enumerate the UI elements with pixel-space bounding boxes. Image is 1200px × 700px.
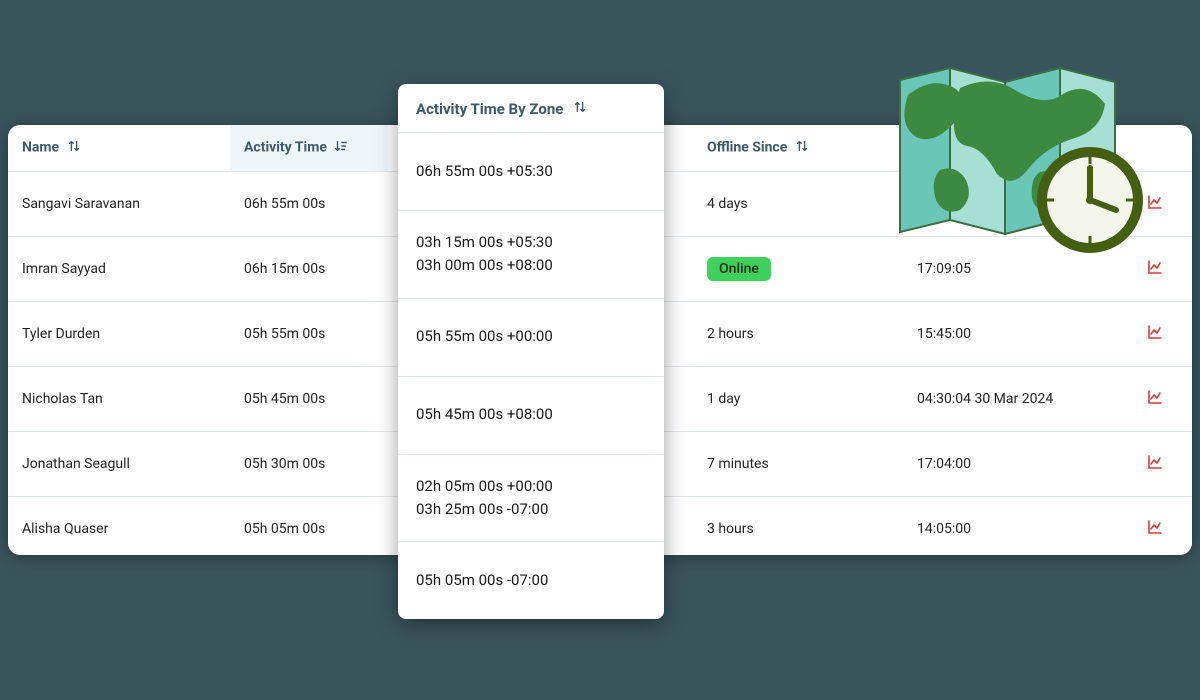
cell-offline: Online — [693, 237, 903, 302]
cell-activity: 06h 55m 00s — [230, 172, 388, 237]
cell-extra: 04:30:04 30 Mar 2024 — [903, 367, 1133, 432]
cell-name: Sangavi Saravanan — [8, 172, 230, 237]
sort-icon — [573, 100, 587, 118]
extra-text: 04:30:04 30 Mar 2024 — [917, 391, 1053, 407]
activity-time: 05h 45m 00s — [244, 391, 325, 407]
extra-text: 17:09:05 — [917, 261, 971, 277]
employee-name: Jonathan Seagull — [22, 456, 130, 472]
cell-action — [1133, 432, 1192, 497]
sort-icon — [795, 139, 809, 157]
cell-name: Alisha Quaser — [8, 497, 230, 556]
zone-line: 02h 05m 00s +00:00 — [416, 475, 646, 498]
zone-panel-row: 03h 15m 00s +05:3003h 00m 00s +08:00 — [398, 210, 664, 298]
column-header-name[interactable]: Name — [8, 125, 230, 172]
column-header-activity[interactable]: Activity Time — [230, 125, 388, 172]
zone-panel-row: 06h 55m 00s +05:30 — [398, 132, 664, 210]
cell-name: Jonathan Seagull — [8, 432, 230, 497]
zone-panel-row: 05h 05m 00s -07:00 — [398, 541, 664, 619]
activity-time: 05h 05m 00s — [244, 521, 325, 537]
employee-name: Tyler Durden — [22, 326, 100, 342]
zone-panel-row: 02h 05m 00s +00:0003h 25m 00s -07:00 — [398, 454, 664, 542]
zone-panel-header[interactable]: Activity Time By Zone — [398, 84, 664, 132]
activity-time: 05h 55m 00s — [244, 326, 325, 342]
employee-name: Imran Sayyad — [22, 261, 106, 277]
cell-name: Tyler Durden — [8, 302, 230, 367]
cell-action — [1133, 497, 1192, 556]
chart-icon[interactable] — [1147, 458, 1163, 474]
zone-panel-title: Activity Time By Zone — [416, 100, 563, 118]
zone-popout-panel: Activity Time By Zone 06h 55m 00s +05:30… — [398, 84, 664, 619]
offline-text: 7 minutes — [707, 456, 769, 472]
col-activity-label: Activity Time — [244, 140, 327, 156]
extra-text: 14:05:00 — [917, 521, 971, 537]
activity-time: 05h 30m 00s — [244, 456, 325, 472]
employee-name: Sangavi Saravanan — [22, 196, 140, 212]
cell-action — [1133, 367, 1192, 432]
cell-extra: 17:04:00 — [903, 432, 1133, 497]
employee-name: Nicholas Tan — [22, 391, 103, 407]
cell-activity: 05h 30m 00s — [230, 432, 388, 497]
col-name-label: Name — [22, 140, 59, 156]
offline-text: 4 days — [707, 196, 748, 212]
cell-offline: 7 minutes — [693, 432, 903, 497]
cell-name: Imran Sayyad — [8, 237, 230, 302]
extra-text: 17:04:00 — [917, 456, 971, 472]
sort-icon — [67, 139, 81, 157]
offline-text: 1 day — [707, 391, 740, 407]
cell-offline: 3 hours — [693, 497, 903, 556]
column-header-extra[interactable] — [903, 125, 1133, 172]
zone-line: 06h 55m 00s +05:30 — [416, 160, 646, 183]
chart-icon[interactable] — [1147, 328, 1163, 344]
cell-offline: 1 day — [693, 367, 903, 432]
cell-extra — [903, 172, 1133, 237]
online-badge: Online — [707, 257, 771, 281]
offline-text: 2 hours — [707, 326, 754, 342]
zone-line: 03h 25m 00s -07:00 — [416, 498, 646, 521]
extra-text: 15:45:00 — [917, 326, 971, 342]
cell-extra: 17:09:05 — [903, 237, 1133, 302]
zone-line: 05h 45m 00s +08:00 — [416, 403, 646, 426]
cell-action — [1133, 172, 1192, 237]
chart-icon[interactable] — [1147, 263, 1163, 279]
cell-offline: 4 days — [693, 172, 903, 237]
column-header-offline[interactable]: Offline Since — [693, 125, 903, 172]
chart-icon[interactable] — [1147, 523, 1163, 539]
activity-time: 06h 55m 00s — [244, 196, 325, 212]
cell-action — [1133, 302, 1192, 367]
employee-name: Alisha Quaser — [22, 521, 108, 537]
zone-panel-row: 05h 55m 00s +00:00 — [398, 298, 664, 376]
cell-activity: 06h 15m 00s — [230, 237, 388, 302]
offline-text: 3 hours — [707, 521, 754, 537]
column-header-actions — [1133, 125, 1192, 172]
zone-panel-row: 05h 45m 00s +08:00 — [398, 376, 664, 454]
zone-line: 05h 55m 00s +00:00 — [416, 325, 646, 348]
cell-action — [1133, 237, 1192, 302]
cell-activity: 05h 45m 00s — [230, 367, 388, 432]
zone-line: 03h 15m 00s +05:30 — [416, 231, 646, 254]
cell-extra: 15:45:00 — [903, 302, 1133, 367]
cell-activity: 05h 05m 00s — [230, 497, 388, 556]
sort-desc-icon — [334, 139, 348, 157]
col-offline-label: Offline Since — [707, 140, 787, 156]
cell-extra: 14:05:00 — [903, 497, 1133, 556]
zone-line: 03h 00m 00s +08:00 — [416, 254, 646, 277]
cell-offline: 2 hours — [693, 302, 903, 367]
cell-name: Nicholas Tan — [8, 367, 230, 432]
cell-activity: 05h 55m 00s — [230, 302, 388, 367]
chart-icon[interactable] — [1147, 198, 1163, 214]
zone-line: 05h 05m 00s -07:00 — [416, 569, 646, 592]
chart-icon[interactable] — [1147, 393, 1163, 409]
activity-time: 06h 15m 00s — [244, 261, 325, 277]
